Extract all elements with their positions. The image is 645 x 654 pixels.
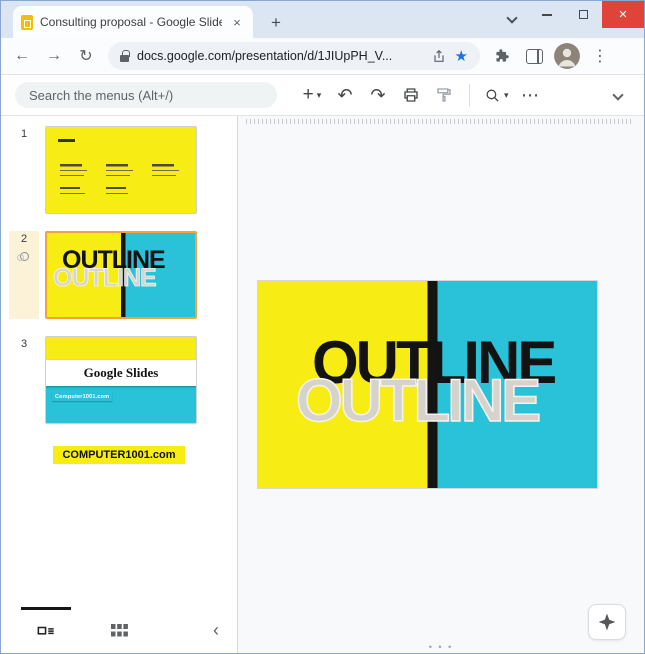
filmstrip-view-icon	[37, 626, 54, 635]
extensions-button[interactable]	[487, 41, 517, 71]
collapse-filmstrip-button[interactable]: ‹	[205, 619, 227, 641]
slide-2-number: 2	[20, 233, 28, 245]
explore-icon	[598, 613, 616, 631]
tab-close-icon[interactable]: ×	[229, 15, 245, 30]
person-icon	[554, 43, 580, 69]
filmstrip-panel: 1 2 OUTLINE OUTLINE 3 Google Slides Comp…	[1, 116, 238, 653]
new-tab-button[interactable]: +	[263, 10, 289, 36]
browser-window: Consulting proposal - Google Slides × + …	[0, 0, 645, 654]
tab-title: Consulting proposal - Google Slides	[40, 15, 222, 29]
reload-button[interactable]: ↻	[71, 41, 101, 71]
lock-icon	[120, 49, 130, 62]
plus-icon: +	[302, 84, 314, 105]
puzzle-icon	[496, 49, 509, 62]
minimize-icon	[541, 13, 552, 16]
maximize-button[interactable]	[565, 1, 602, 28]
back-button[interactable]: ←	[7, 41, 37, 71]
forward-button[interactable]: →	[39, 41, 69, 71]
slide-3-banner: Google Slides	[46, 360, 196, 387]
slide-2-gutter: 2	[9, 231, 39, 319]
printer-icon	[404, 88, 418, 102]
minimize-button[interactable]	[528, 1, 565, 28]
slide-1-thumbnail[interactable]	[45, 126, 197, 214]
horizontal-ruler	[246, 119, 634, 124]
slide-row-3: 3 Google Slides Computer1001.com	[1, 336, 237, 424]
more-toolbar-button[interactable]: ⋯	[517, 80, 545, 110]
profile-avatar[interactable]	[554, 43, 580, 69]
tab-list-chevron-icon[interactable]	[506, 12, 518, 24]
close-button[interactable]: ×	[602, 1, 644, 28]
window-controls: ×	[528, 1, 644, 28]
search-menus-input[interactable]	[15, 82, 277, 108]
paint-format-button[interactable]	[430, 80, 458, 110]
scroll-handle-dots[interactable]: • • •	[429, 642, 453, 652]
caption-wrap: COMPUTER1001.com	[1, 445, 237, 464]
slide-3-cyan-block	[46, 380, 196, 423]
side-panel-icon	[525, 48, 543, 64]
slide-3-thumbnail[interactable]: Google Slides Computer1001.com	[45, 336, 197, 424]
side-panel-button[interactable]	[519, 41, 549, 71]
address-bar[interactable]: docs.google.com/presentation/d/1JIUpPH_V…	[108, 42, 480, 70]
redo-button[interactable]: ↷	[364, 80, 392, 110]
browser-menu-button[interactable]: ⋮	[585, 41, 615, 71]
paint-roller-icon	[437, 88, 451, 102]
browser-tab[interactable]: Consulting proposal - Google Slides ×	[13, 6, 253, 38]
undo-button[interactable]: ↶	[331, 80, 359, 110]
slide-3-gutter: 3	[9, 336, 39, 424]
new-slide-button[interactable]: + ▾	[298, 80, 326, 110]
window-titlebar: Consulting proposal - Google Slides × + …	[1, 1, 644, 38]
browser-toolbar: ← → ↻ docs.google.com/presentation/d/1JI…	[1, 38, 644, 75]
magnifier-icon	[486, 89, 499, 102]
watermark-caption: COMPUTER1001.com	[53, 446, 185, 464]
slide-title-gray[interactable]: OUTLINE	[295, 370, 542, 432]
slide-3-number: 3	[20, 338, 28, 350]
filmstrip-view-button[interactable]	[21, 607, 71, 653]
url-text[interactable]: docs.google.com/presentation/d/1JIUpPH_V…	[137, 49, 423, 63]
slide-1-gutter: 1	[9, 126, 39, 214]
slides-favicon-icon	[21, 14, 33, 30]
explore-button[interactable]	[588, 604, 626, 640]
caret-down-icon: ▾	[504, 89, 509, 100]
caret-down-icon: ▾	[316, 89, 322, 100]
close-icon: ×	[618, 6, 628, 23]
slide-row-1: 1	[1, 126, 237, 214]
share-icon[interactable]	[431, 48, 447, 64]
slide-2-thumbnail[interactable]: OUTLINE OUTLINE	[45, 231, 197, 319]
slide-3-badge: Computer1001.com	[52, 392, 113, 402]
slide-1-content	[46, 127, 196, 213]
slide-1-number: 1	[20, 128, 28, 140]
slide-row-2: 2 OUTLINE OUTLINE	[1, 231, 237, 319]
slide-2-title-gray: OUTLINE	[53, 264, 158, 292]
slides-toolbar: + ▾ ↶ ↷ ▾ ⋯	[1, 75, 644, 116]
hide-menus-chevron-icon[interactable]	[612, 89, 624, 101]
grid-view-icon	[110, 623, 128, 636]
current-slide[interactable]: OUTLINE OUTLINE	[257, 280, 598, 489]
main-area: 1 2 OUTLINE OUTLINE 3 Google Slides Comp…	[1, 116, 644, 653]
view-toggle-bar: ‹	[1, 607, 237, 653]
maximize-icon	[579, 10, 588, 19]
zoom-button[interactable]: ▾	[481, 80, 512, 110]
toolbar-divider	[469, 84, 470, 106]
bookmark-star-icon[interactable]: ★	[455, 49, 468, 64]
transition-indicator-icon	[16, 252, 29, 261]
print-button[interactable]	[397, 80, 425, 110]
grid-view-button[interactable]	[104, 615, 134, 645]
slide-canvas-area: OUTLINE OUTLINE • • •	[238, 116, 644, 653]
